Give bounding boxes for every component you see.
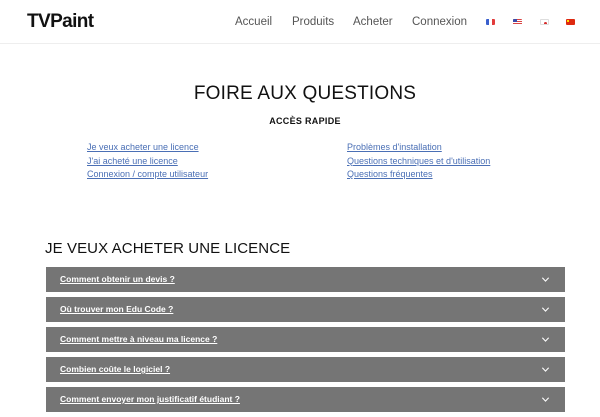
main-nav: Accueil Produits Acheter Connexion: [0, 15, 600, 31]
quick-access-title: ACCÈS RAPIDE: [269, 116, 341, 126]
quick-link-install-problems[interactable]: Problèmes d'installation: [347, 141, 490, 155]
faq-question[interactable]: Où trouver mon Edu Code ?: [60, 304, 173, 315]
cn-flag-icon[interactable]: [566, 19, 575, 25]
quick-link-bought-license[interactable]: J'ai acheté une licence: [87, 155, 208, 169]
nav-connexion[interactable]: Connexion: [412, 15, 467, 29]
chevron-down-icon[interactable]: [541, 365, 550, 374]
chevron-down-icon[interactable]: [541, 275, 550, 284]
chevron-down-icon[interactable]: [541, 335, 550, 344]
faq-item[interactable]: Comment obtenir un devis ?: [46, 267, 565, 292]
quick-link-buy-license[interactable]: Je veux acheter une licence: [87, 141, 208, 155]
us-flag-icon[interactable]: [513, 19, 522, 25]
nav-accueil[interactable]: Accueil: [235, 15, 272, 29]
faq-question[interactable]: Comment mettre à niveau ma licence ?: [60, 334, 217, 345]
faq-question[interactable]: Comment obtenir un devis ?: [60, 274, 175, 285]
quick-links-left: Je veux acheter une licence J'ai acheté …: [87, 141, 208, 182]
quick-link-account[interactable]: Connexion / compte utilisateur: [87, 168, 208, 182]
faq-accordion: Comment obtenir un devis ? Où trouver mo…: [46, 267, 565, 417]
nav-produits[interactable]: Produits: [292, 15, 334, 29]
site-header: TVPaint Accueil Produits Acheter Connexi…: [0, 0, 600, 44]
faq-item[interactable]: Combien coûte le logiciel ?: [46, 357, 565, 382]
faq-question[interactable]: Combien coûte le logiciel ?: [60, 364, 170, 375]
faq-item[interactable]: Comment mettre à niveau ma licence ?: [46, 327, 565, 352]
jp-flag-icon[interactable]: [540, 19, 549, 25]
section-title: JE VEUX ACHETER UNE LICENCE: [45, 240, 291, 257]
quick-link-technical-questions[interactable]: Questions techniques et d'utilisation: [347, 155, 490, 169]
chevron-down-icon[interactable]: [541, 305, 550, 314]
quick-link-frequent-questions[interactable]: Questions fréquentes: [347, 168, 490, 182]
page-title: FOIRE AUX QUESTIONS: [193, 83, 417, 104]
nav-acheter[interactable]: Acheter: [353, 15, 393, 29]
faq-item[interactable]: Où trouver mon Edu Code ?: [46, 297, 565, 322]
fr-flag-icon[interactable]: [486, 19, 495, 25]
quick-links-right: Problèmes d'installation Questions techn…: [347, 141, 490, 182]
